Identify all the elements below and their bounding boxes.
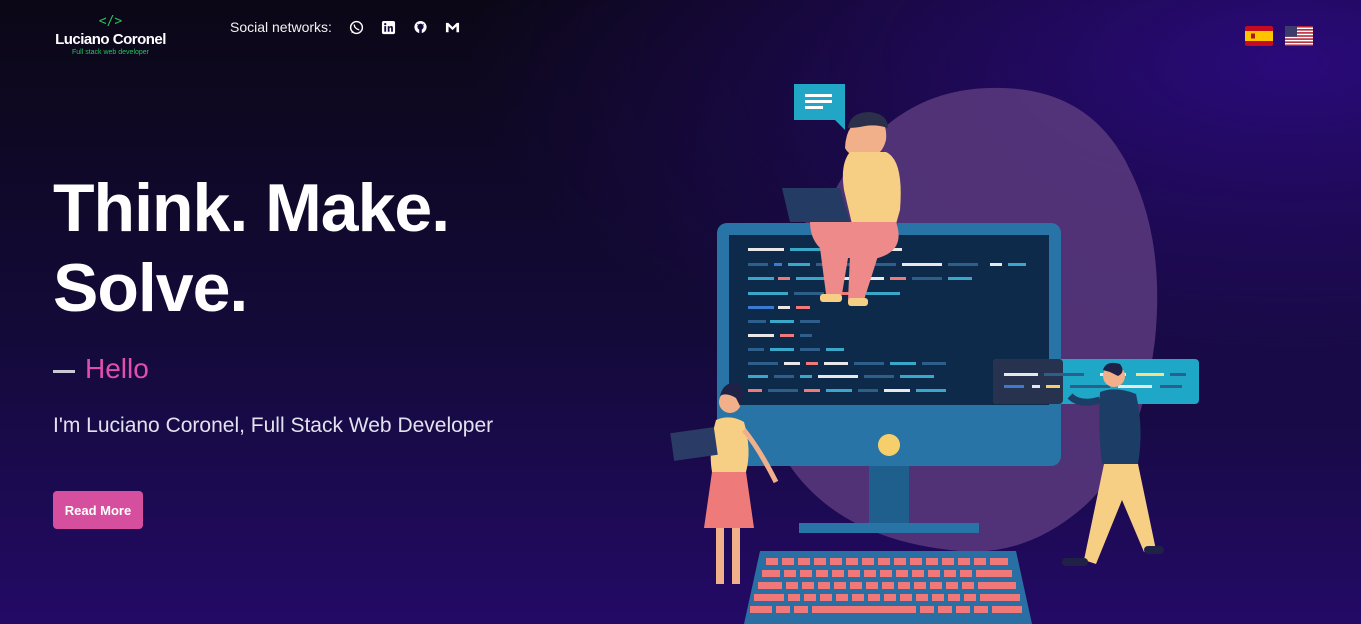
social-label: Social networks: (230, 19, 332, 35)
read-more-button[interactable]: Read More (53, 491, 143, 529)
developer-illustration (660, 80, 1220, 624)
dash-divider (53, 369, 75, 373)
logo[interactable]: </> Luciano Coronel Full stack web devel… (53, 14, 168, 57)
gmail-icon[interactable] (445, 19, 461, 35)
brand-name: Luciano Coronel (55, 31, 166, 48)
spanish-flag-icon[interactable] (1245, 26, 1273, 46)
language-selector (1245, 26, 1325, 46)
social-networks: Social networks: (230, 19, 477, 35)
github-icon[interactable] (413, 19, 429, 35)
hello-line: Hello (53, 353, 149, 385)
us-flag-icon[interactable] (1285, 26, 1313, 46)
code-icon: </> (98, 14, 123, 29)
whatsapp-icon[interactable] (349, 19, 365, 35)
intro-text: I'm Luciano Coronel, Full Stack Web Deve… (53, 414, 494, 437)
hero-title: Think. Make. Solve. (53, 170, 450, 326)
linkedin-icon[interactable] (381, 19, 397, 35)
brand-tagline: Full stack web developer (71, 49, 150, 56)
hello-text: Hello (85, 353, 149, 384)
